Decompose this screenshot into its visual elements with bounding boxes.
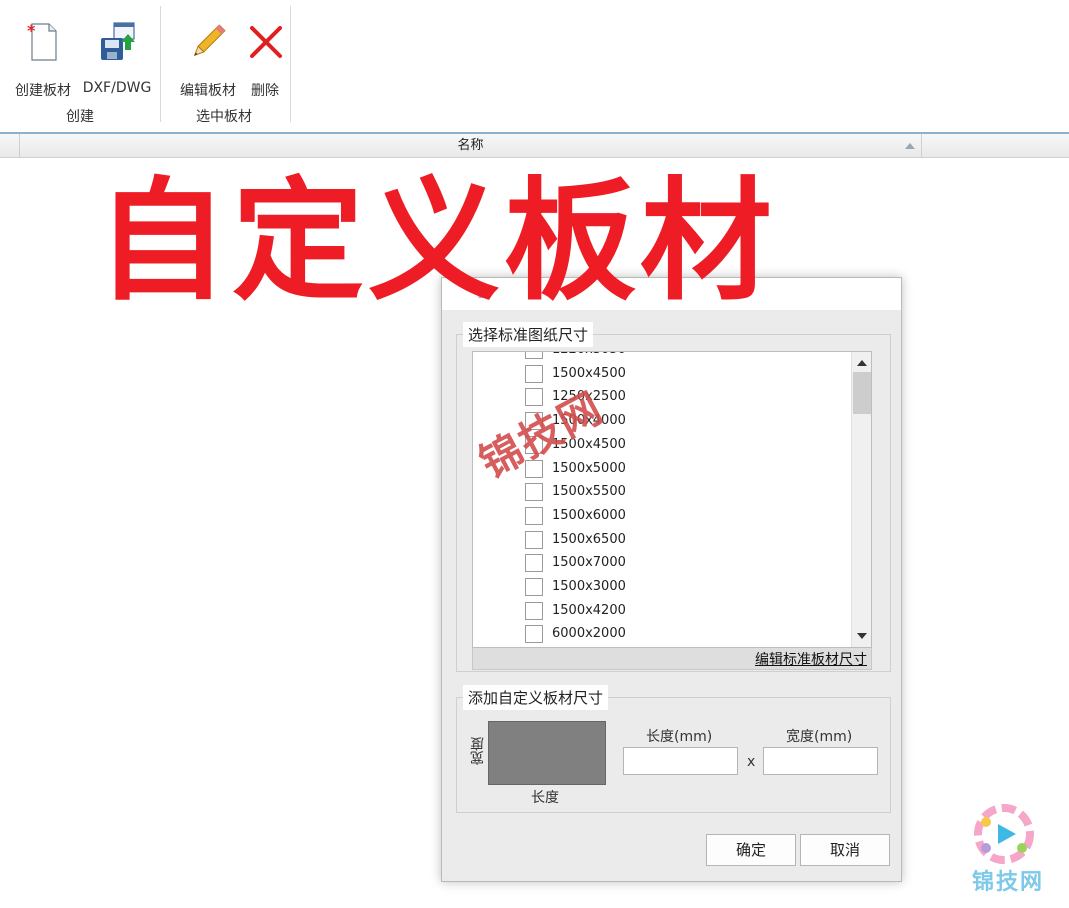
size-checkbox[interactable] bbox=[525, 506, 543, 525]
import-dxf-icon bbox=[101, 22, 135, 60]
size-checkbox[interactable] bbox=[525, 364, 543, 383]
standard-size-item[interactable]: 1500x5500 bbox=[525, 482, 825, 504]
size-checkbox[interactable] bbox=[525, 554, 543, 573]
size-label: 1500x4200 bbox=[552, 602, 626, 618]
create-sheet-button[interactable]: * 创建板材 bbox=[8, 20, 78, 100]
scroll-down-icon[interactable] bbox=[857, 633, 867, 639]
edit-sheet-label: 编辑板材 bbox=[180, 83, 236, 99]
standard-size-item[interactable]: 1500x7000 bbox=[525, 553, 825, 575]
dxf-dwg-label: DXF/DWG bbox=[82, 80, 152, 96]
size-checkbox[interactable] bbox=[525, 578, 543, 596]
size-checkbox[interactable] bbox=[525, 483, 543, 502]
sort-ascending-icon bbox=[905, 143, 915, 149]
ribbon-toolbar: * 创建板材 DXF/DWG 创建 编辑板材 删除 选中板材 bbox=[0, 0, 1069, 132]
standard-size-legend: 选择标准图纸尺寸 bbox=[463, 322, 594, 347]
edit-sheet-button[interactable]: 编辑板材 bbox=[172, 20, 244, 100]
custom-sheet-dialog: 板 选择标准图纸尺寸 1220x30501500x45001250x250015… bbox=[441, 277, 902, 882]
dxf-dwg-button[interactable]: DXF/DWG bbox=[80, 20, 154, 96]
standard-size-item[interactable]: 1220x3050 bbox=[525, 352, 825, 362]
scroll-up-icon[interactable] bbox=[857, 360, 867, 366]
delete-x-icon bbox=[250, 26, 282, 58]
size-checkbox[interactable] bbox=[525, 625, 543, 644]
scroll-thumb[interactable] bbox=[853, 372, 871, 414]
size-label: 1500x5500 bbox=[552, 484, 626, 500]
table-column-header: 名称 bbox=[0, 132, 1069, 158]
edit-standard-size-bar: 编辑标准板材尺寸 bbox=[472, 648, 872, 670]
row-indicator-header bbox=[0, 134, 20, 158]
standard-size-item[interactable]: 1500x6500 bbox=[525, 530, 825, 552]
group-divider bbox=[160, 6, 161, 122]
standard-size-item[interactable]: 1500x3000 bbox=[525, 577, 825, 599]
standard-size-list[interactable]: 1220x30501500x45001250x25001500x40001500… bbox=[472, 351, 872, 648]
size-label: 1500x4500 bbox=[552, 365, 626, 381]
create-sheet-label: 创建板材 bbox=[15, 83, 71, 99]
size-checkbox[interactable] bbox=[525, 601, 543, 620]
size-label: 1500x3000 bbox=[552, 579, 626, 594]
svg-text:*: * bbox=[27, 21, 36, 40]
vertical-scrollbar[interactable] bbox=[851, 352, 871, 647]
site-logo-icon bbox=[974, 804, 1034, 864]
standard-size-item[interactable]: 1500x6000 bbox=[525, 506, 825, 528]
size-label: 1220x3050 bbox=[552, 352, 626, 357]
length-label: 长度(mm) bbox=[646, 729, 713, 745]
standard-size-item[interactable]: 6000x2000 bbox=[525, 624, 825, 646]
group-label-create: 创建 bbox=[66, 109, 94, 125]
size-checkbox[interactable] bbox=[525, 530, 543, 549]
column-header-name[interactable]: 名称 bbox=[20, 134, 922, 158]
new-document-icon: * bbox=[27, 21, 57, 61]
custom-size-legend: 添加自定义板材尺寸 bbox=[463, 685, 609, 710]
size-label: 1500x5000 bbox=[552, 460, 626, 476]
size-label: 1500x6500 bbox=[552, 531, 626, 547]
length-input[interactable] bbox=[623, 747, 738, 775]
delete-label: 删除 bbox=[251, 83, 279, 99]
delete-button[interactable]: 删除 bbox=[244, 20, 286, 100]
width-input[interactable] bbox=[763, 747, 878, 775]
logo-text: 锦技网 bbox=[972, 870, 1045, 895]
standard-size-item[interactable]: 1500x5000 bbox=[525, 459, 825, 481]
times-sign: x bbox=[747, 754, 756, 770]
ok-button[interactable]: 确定 bbox=[706, 834, 796, 866]
preview-width-label: 宽度 bbox=[470, 737, 486, 765]
size-label: 1500x7000 bbox=[552, 555, 626, 571]
standard-size-item[interactable]: 1500x4200 bbox=[525, 601, 825, 623]
group-divider bbox=[290, 6, 291, 122]
preview-length-label: 长度 bbox=[531, 790, 559, 806]
size-label: 6000x2000 bbox=[552, 626, 626, 642]
group-label-selected-sheet: 选中板材 bbox=[196, 109, 252, 125]
sheet-preview bbox=[488, 721, 606, 785]
edit-standard-size-link[interactable]: 编辑标准板材尺寸 bbox=[755, 649, 867, 669]
overlay-title: 自定义板材 bbox=[96, 165, 776, 319]
cancel-button[interactable]: 取消 bbox=[800, 834, 890, 866]
size-label: 1500x6000 bbox=[552, 507, 626, 523]
size-checkbox[interactable] bbox=[525, 352, 543, 359]
pencil-icon bbox=[193, 24, 226, 57]
width-label: 宽度(mm) bbox=[786, 729, 853, 745]
